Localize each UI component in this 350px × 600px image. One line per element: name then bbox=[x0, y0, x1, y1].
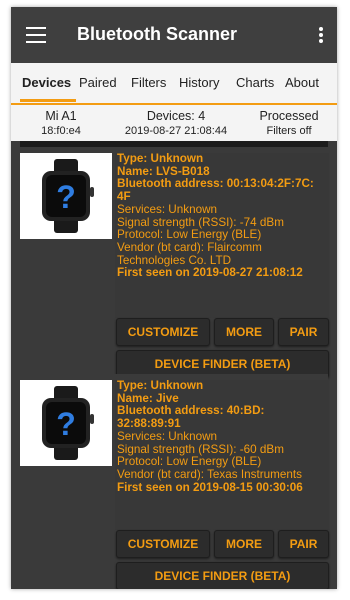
more-button[interactable]: MORE bbox=[214, 318, 274, 346]
device-type: Type: Unknown bbox=[117, 152, 204, 165]
active-tab-indicator bbox=[20, 99, 76, 102]
device-vendor: Vendor (bt card): Flaircomm bbox=[117, 240, 262, 254]
app-title: Bluetooth Scanner bbox=[77, 24, 238, 44]
customize-button[interactable]: CUSTOMIZE bbox=[116, 318, 210, 346]
device-address-cont: 32:88:89:91 bbox=[117, 417, 181, 431]
device-card: ? Type: Unknown Name: Jive Bluetooth add… bbox=[20, 374, 329, 589]
pair-button[interactable]: PAIR bbox=[278, 318, 329, 346]
device-services: Services: Unknown bbox=[117, 429, 218, 443]
device-info: Type: Unknown Name: LVS-B018 Bluetooth a… bbox=[115, 152, 329, 318]
processed-label: Processed bbox=[259, 109, 319, 123]
device-first-seen: First seen on 2019-08-15 00:30:06 bbox=[117, 480, 303, 494]
status-bar: Mi A1 18:f0:e4 Devices: 4 2019-08-27 21:… bbox=[11, 105, 337, 141]
tab-about[interactable]: About bbox=[285, 75, 319, 90]
filters-status: Filters off bbox=[266, 125, 312, 137]
scan-timestamp: 2019-08-27 21:08:44 bbox=[124, 125, 228, 137]
tab-paired[interactable]: Paired bbox=[79, 75, 117, 90]
device-finder-button[interactable]: DEVICE FINDER (BETA) bbox=[116, 562, 329, 589]
overflow-menu-icon[interactable] bbox=[319, 27, 323, 43]
smartwatch-question-icon: ? bbox=[20, 153, 112, 239]
svg-text:?: ? bbox=[56, 179, 76, 215]
app-bar: Bluetooth Scanner bbox=[11, 7, 337, 63]
tab-devices[interactable]: Devices bbox=[22, 75, 71, 90]
more-button[interactable]: MORE bbox=[214, 530, 274, 558]
svg-text:?: ? bbox=[56, 406, 76, 442]
tab-bar: Devices Paired Filters History Charts Ab… bbox=[11, 63, 337, 105]
device-address-cont: 4F bbox=[117, 190, 131, 204]
hamburger-menu-icon[interactable] bbox=[26, 27, 46, 43]
local-device-name: Mi A1 bbox=[45, 109, 77, 123]
device-card: ? Type: Unknown Name: LVS-B018 Bluetooth… bbox=[20, 147, 329, 378]
tab-filters[interactable]: Filters bbox=[131, 75, 166, 90]
device-vendor: Vendor (bt card): Texas Instruments bbox=[117, 467, 302, 481]
smartwatch-question-icon: ? bbox=[20, 380, 112, 466]
app-window: Bluetooth Scanner Devices Paired Filters… bbox=[11, 7, 337, 589]
device-services: Services: Unknown bbox=[117, 202, 218, 216]
tab-charts[interactable]: Charts bbox=[236, 75, 274, 90]
device-first-seen: First seen on 2019-08-27 21:08:12 bbox=[117, 266, 303, 280]
tab-history[interactable]: History bbox=[179, 75, 219, 90]
device-address: Bluetooth address: 00:13:04:2F:7C: bbox=[117, 177, 314, 191]
device-info: Type: Unknown Name: Jive Bluetooth addre… bbox=[115, 379, 329, 530]
devices-count: Devices: 4 bbox=[146, 109, 206, 123]
device-type: Type: Unknown bbox=[117, 379, 204, 392]
pair-button[interactable]: PAIR bbox=[278, 530, 329, 558]
local-device-mac: 18:f0:e4 bbox=[41, 125, 81, 137]
customize-button[interactable]: CUSTOMIZE bbox=[116, 530, 210, 558]
